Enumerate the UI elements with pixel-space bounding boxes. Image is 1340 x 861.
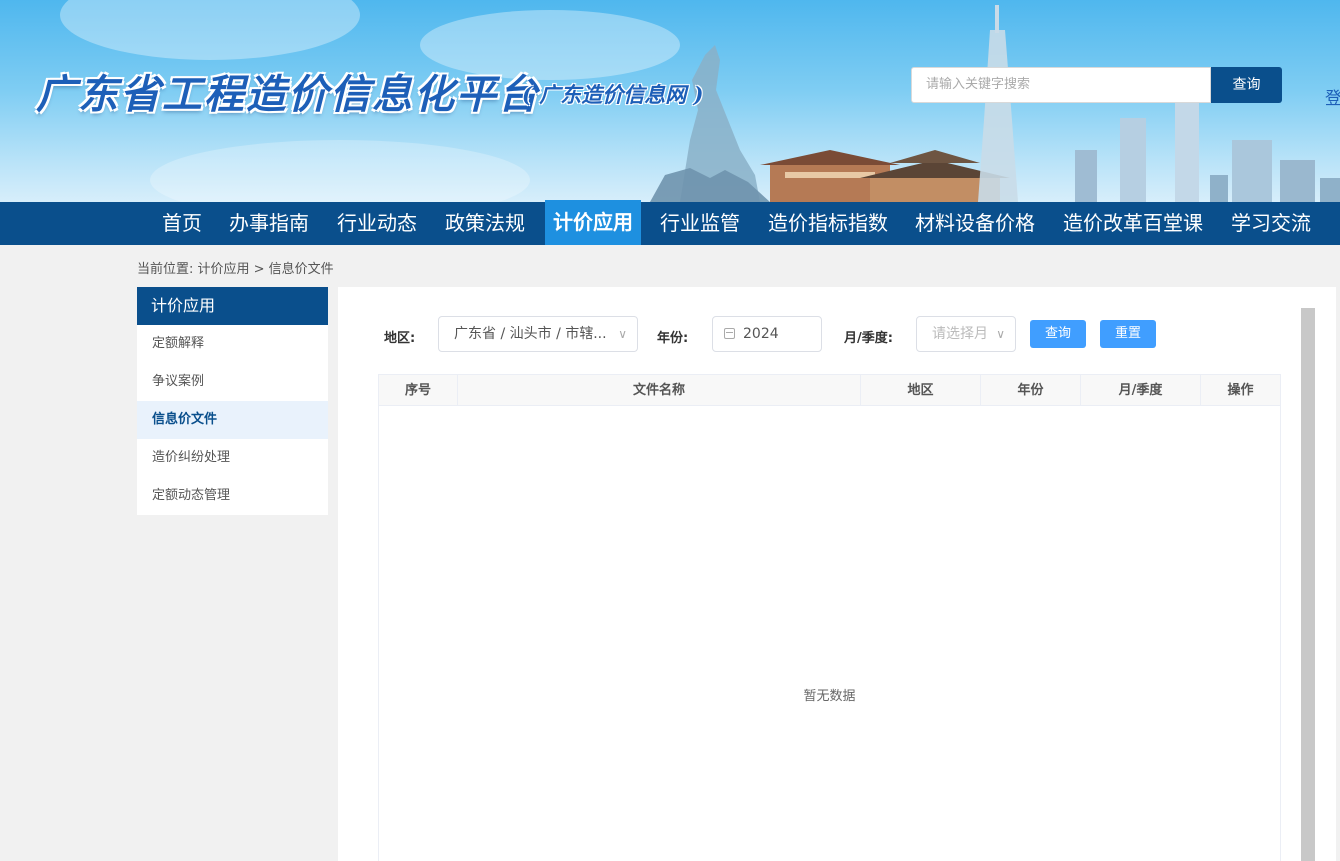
query-button[interactable]: 查询 <box>1030 320 1086 348</box>
header-banner: 广东省工程造价信息化平台 ( 广东造价信息网 ) 请输入关键字搜索 查询 登 <box>0 0 1340 202</box>
site-title: 广东省工程造价信息化平台 <box>36 71 540 118</box>
results-table: 序号 文件名称 地区 年份 月/季度 操作 暂无数据 <box>378 374 1281 861</box>
search-input[interactable]: 请输入关键字搜索 <box>911 67 1211 103</box>
empty-state-text: 暂无数据 <box>803 689 856 704</box>
column-header-actions: 操作 <box>1227 383 1254 398</box>
sidebar-title: 计价应用 <box>137 287 328 325</box>
sidebar-item-price-info-files[interactable]: 信息价文件 <box>137 401 328 439</box>
column-header-year: 年份 <box>981 375 1081 406</box>
main-panel: 地区: 广东省 / 汕头市 / 市辖... ∨ 年份: 2024 月/季度: 请… <box>338 287 1336 861</box>
region-cascader[interactable]: 广东省 / 汕头市 / 市辖... ∨ <box>438 316 638 352</box>
year-value: 2024 <box>743 326 779 342</box>
sidebar-item-quota-dynamic[interactable]: 定额动态管理 <box>137 477 328 515</box>
month-label: 月/季度: <box>844 331 893 346</box>
breadcrumb: 当前位置: 计价应用 > 信息价文件 <box>137 262 334 277</box>
nav-item-learning[interactable]: 学习交流 <box>1231 202 1311 245</box>
sidebar-item-cost-dispute[interactable]: 造价纠纷处理 <box>137 439 328 477</box>
column-header-region: 地区 <box>861 375 981 406</box>
nav-item-industry-news[interactable]: 行业动态 <box>337 202 417 245</box>
chevron-down-icon: ∨ <box>996 327 1005 341</box>
banner-cloud <box>150 140 530 202</box>
year-label: 年份: <box>657 331 689 346</box>
nav-item-reform-course[interactable]: 造价改革百堂课 <box>1063 202 1203 245</box>
login-link[interactable]: 登 <box>1325 84 1340 109</box>
nav-item-guide[interactable]: 办事指南 <box>229 202 309 245</box>
sidebar-item-dispute-cases[interactable]: 争议案例 <box>137 363 328 401</box>
column-header-month: 月/季度 <box>1081 375 1201 406</box>
scrollbar[interactable] <box>1301 308 1315 861</box>
chevron-down-icon: ∨ <box>618 327 627 341</box>
sidebar: 计价应用 定额解释 争议案例 信息价文件 造价纠纷处理 定额动态管理 <box>137 287 328 515</box>
search-button[interactable]: 查询 <box>1211 67 1282 103</box>
nav-item-material-prices[interactable]: 材料设备价格 <box>915 202 1035 245</box>
calendar-icon <box>724 328 735 339</box>
column-header-file-name: 文件名称 <box>458 375 861 406</box>
year-picker[interactable]: 2024 <box>712 316 822 352</box>
nav-item-pricing-application[interactable]: 计价应用 <box>545 200 641 245</box>
month-select[interactable]: 请选择月 ∨ <box>916 316 1016 352</box>
sidebar-item-quota-interpretation[interactable]: 定额解释 <box>137 325 328 363</box>
column-header-index: 序号 <box>379 375 458 406</box>
region-label: 地区: <box>384 331 416 346</box>
nav-item-policy[interactable]: 政策法规 <box>445 202 525 245</box>
site-subtitle: ( 广东造价信息网 ) <box>522 82 704 107</box>
nav-item-supervision[interactable]: 行业监管 <box>660 202 740 245</box>
reset-button[interactable]: 重置 <box>1100 320 1156 348</box>
nav-item-cost-index[interactable]: 造价指标指数 <box>768 202 888 245</box>
banner-cloud <box>60 0 360 60</box>
table-header: 序号 文件名称 地区 年份 月/季度 操作 <box>379 375 1280 406</box>
nav-item-home[interactable]: 首页 <box>162 202 202 245</box>
main-nav: 首页 办事指南 行业动态 政策法规 计价应用 行业监管 造价指标指数 材料设备价… <box>0 200 1340 245</box>
month-placeholder: 请选择月 <box>932 326 988 342</box>
region-value: 广东省 / 汕头市 / 市辖... <box>454 326 607 342</box>
